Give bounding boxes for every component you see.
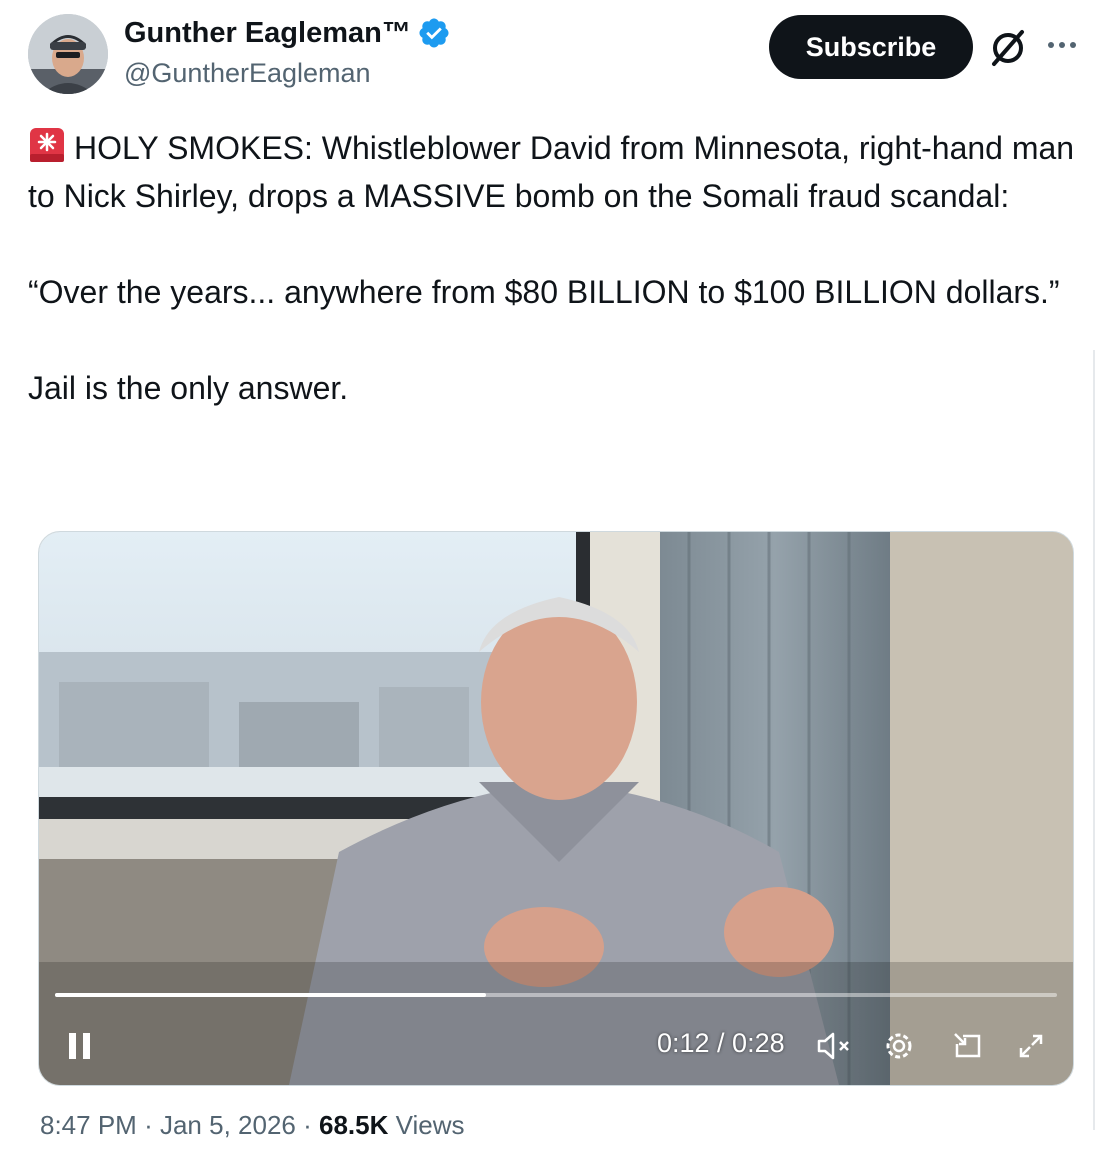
meta-separator: · — [144, 1110, 153, 1140]
views-label: Views — [395, 1110, 465, 1140]
video-player[interactable]: 0:12 / 0:28 — [38, 531, 1074, 1086]
tweet-body: HOLY SMOKES: Whistleblower David from Mi… — [28, 124, 1078, 412]
video-progress-fill — [55, 993, 486, 997]
author-name[interactable]: Gunther Eagleman™ — [124, 17, 411, 50]
siren-icon — [30, 128, 64, 162]
verified-badge-icon — [419, 18, 449, 48]
author-handle[interactable]: @GuntherEagleman — [124, 58, 371, 89]
author-name-row[interactable]: Gunther Eagleman™ — [124, 16, 451, 50]
tweet-meta: 8:47 PM · Jan 5, 2026 · 68.5K Views — [40, 1110, 465, 1141]
video-time: 0:12 / 0:28 — [657, 1028, 785, 1058]
video-progress-bar[interactable] — [55, 993, 1057, 997]
fullscreen-icon[interactable] — [1013, 1028, 1049, 1064]
video-frame — [39, 532, 1073, 1085]
tweet-date[interactable]: Jan 5, 2026 — [160, 1110, 296, 1140]
views-count: 68.5K — [319, 1110, 389, 1140]
pause-icon[interactable] — [63, 1028, 99, 1064]
avatar[interactable] — [28, 14, 108, 94]
grok-icon[interactable] — [986, 26, 1030, 70]
meta-separator: · — [303, 1110, 312, 1140]
subscribe-button[interactable]: Subscribe — [769, 15, 973, 79]
tweet-text: HOLY SMOKES: Whistleblower David from Mi… — [28, 130, 1075, 406]
pip-icon[interactable] — [949, 1028, 985, 1064]
settings-icon[interactable] — [881, 1028, 917, 1064]
tweet-time[interactable]: 8:47 PM — [40, 1110, 137, 1140]
scrollbar[interactable] — [1090, 350, 1100, 1130]
more-icon[interactable] — [1044, 30, 1080, 60]
tweet-header: Gunther Eagleman™ @GuntherEagleman Subsc… — [0, 0, 1107, 110]
mute-icon[interactable] — [813, 1028, 853, 1064]
